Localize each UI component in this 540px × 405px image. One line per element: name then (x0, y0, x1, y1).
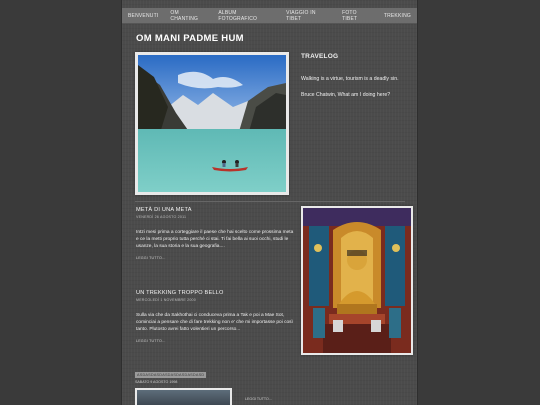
post-excerpt: Sulla via che da Sakhothai ci conduceva … (136, 312, 293, 333)
post-title[interactable]: Un trekking troppo bello (136, 290, 294, 296)
post-photo-bottom[interactable] (135, 388, 232, 405)
hero-photo-lake (135, 52, 289, 195)
post-excerpt: Intzi mesi prima a corteggiare il paese … (136, 229, 294, 250)
nav-item-trekking[interactable]: Trekking (378, 13, 417, 19)
post-date: Mercoledì 1 Novembre 2000 (136, 297, 196, 302)
post-meta-di-una-meta: Metà di una meta Venerdì 26 Agosto 2011 … (136, 207, 294, 260)
post-tag[interactable]: ASDASDASDASDASDASDASDASD (135, 372, 207, 378)
nav-item-om-chanting[interactable]: Om Chanting (164, 10, 212, 22)
bottom-photo-image (137, 390, 230, 405)
sidebar-travelog: TRAVELOG Walking is a virtue, tourism is… (301, 53, 406, 107)
sidebar-quote: Walking is a virtue, tourism is a deadly… (301, 76, 399, 82)
post-un-trekking-troppo-bello: Un trekking troppo bello Mercoledì 1 Nov… (136, 290, 294, 343)
site-title[interactable]: OM MANI PADME HUM (136, 33, 244, 44)
nav-item-foto-tibet[interactable]: Foto Tibet (336, 10, 378, 22)
post-date: Venerdì 26 Agosto 2011 (136, 214, 187, 219)
read-more-link[interactable]: Leggi tutto... (136, 339, 294, 343)
page-container: Benvenuti Om Chanting Album Fotografico … (122, 0, 417, 405)
buddha-statue-image (303, 208, 411, 353)
read-more-link[interactable]: Leggi tutto... (136, 256, 294, 260)
read-more-link[interactable]: Leggi tutto... (245, 397, 272, 401)
sidebar-quote-author: Bruce Chatwin, What am I doing here? (301, 91, 391, 98)
post-title[interactable]: Metà di una meta (136, 207, 294, 213)
nav-item-album-fotografico[interactable]: Album Fotografico (212, 10, 280, 22)
post-photo-buddha[interactable] (301, 206, 413, 355)
section-divider (135, 201, 405, 202)
top-navigation: Benvenuti Om Chanting Album Fotografico … (122, 8, 417, 24)
nav-item-benvenuti[interactable]: Benvenuti (122, 13, 164, 19)
post-date: Sabato 9 Agosto 1998 (135, 380, 178, 384)
nav-item-viaggio-in-tibet[interactable]: Viaggio in Tibet (280, 10, 336, 22)
lake-canoe-image (138, 55, 286, 192)
sidebar-widget-title: TRAVELOG (301, 53, 339, 60)
